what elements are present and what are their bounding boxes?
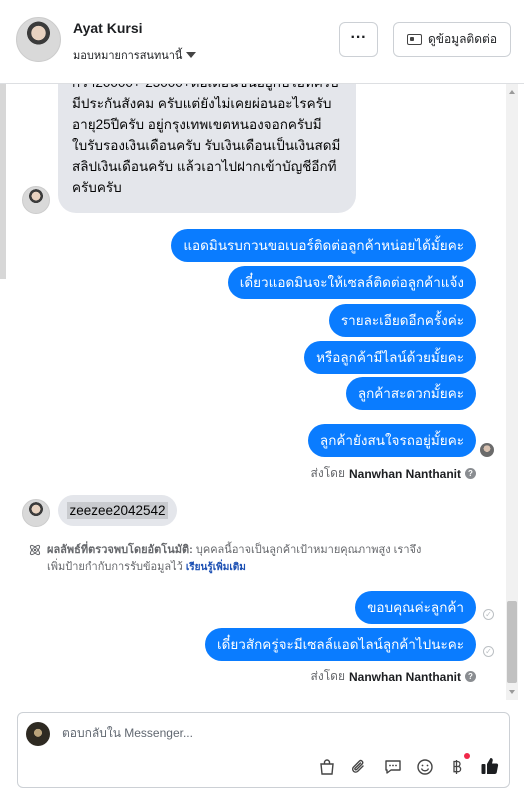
outbound-message-bubble: เดี๋ยวแอดมินจะให้เซลล์ติดต่อลูกค้าแจ้ง — [227, 266, 476, 299]
conversation-header: Ayat Kursi มอบหมายการสนทนานี้ ··· ดูข้อม… — [0, 0, 524, 84]
like-icon[interactable] — [480, 756, 500, 776]
auto-detect-line-2: เพิ่มป้ายกำกับการรับข้อมูลไว้ เรียนรู้เพ… — [47, 559, 246, 576]
outbound-message-bubble: หรือลูกค้ามีไลน์ด้วยมั้ยคะ — [304, 341, 476, 374]
outbound-message-bubble: ลูกค้าสะดวกมั้ยคะ — [345, 377, 476, 410]
scroll-down-arrow-icon[interactable] — [509, 690, 515, 694]
atom-icon — [29, 544, 41, 556]
sent-by-label: ส่งโดย Nanwhan Nanthanit ? — [311, 667, 476, 686]
saved-replies-icon[interactable] — [384, 758, 402, 776]
left-panel-scrollbar[interactable] — [0, 84, 6, 279]
message-line: ใบรับรองเงินเดือนครับ รับเงินเดือนเป็นเง… — [72, 138, 341, 153]
outbound-message-bubble: แอดมินรบกวนขอเบอร์ติดต่อลูกค้าหน่อยได้มั… — [171, 229, 476, 262]
reply-input[interactable] — [62, 726, 362, 740]
page-avatar — [26, 722, 50, 746]
caret-down-icon — [186, 52, 197, 58]
sent-by-prefix: ส่งโดย — [310, 466, 345, 480]
emoji-icon[interactable] — [416, 758, 434, 776]
learn-more-link[interactable]: เรียนรู้เพิ่มเติม — [186, 562, 246, 573]
sender-avatar — [22, 186, 50, 214]
assign-label: มอบหมายการสนทนานี้ — [73, 50, 183, 62]
highlighted-text: zeezee2042542 — [67, 502, 168, 519]
assign-conversation-dropdown[interactable]: มอบหมายการสนทนานี้ — [73, 46, 197, 64]
attachment-icon[interactable] — [350, 758, 368, 776]
outbound-message-bubble: ขอบคุณค่ะลูกค้า — [355, 591, 476, 624]
outbound-message-bubble: เดี๋ยวสักครู่จะมีเซลล์แอดไลน์ลูกค้าไปนะค… — [205, 628, 476, 661]
sent-check-icon: ✓ — [483, 646, 494, 657]
sent-by-prefix: ส่งโดย — [310, 669, 345, 683]
contact-avatar[interactable] — [16, 17, 61, 62]
message-line: ครับครับ — [72, 180, 122, 195]
outbound-message-bubble: ลูกค้ายังสนใจรถอยู่มั้ยคะ — [307, 424, 476, 457]
sent-check-icon: ✓ — [483, 609, 494, 620]
message-line: มีประกันสังคม ครับแต่ยังไม่เคยผ่อนอะไรคร… — [72, 96, 332, 111]
notification-dot — [464, 753, 470, 759]
view-contact-info-label: ดูข้อมูลติดต่อ — [427, 32, 498, 46]
info-icon[interactable]: ? — [465, 468, 476, 479]
auto-detect-text: บุคคลนี้อาจเป็นลูกค้าเป้าหมายคุณภาพสูง เ… — [195, 544, 422, 556]
message-line: สลิปเงินเดือนครับ แล้วเอาไปฝากเข้าบัญชีอ… — [72, 159, 337, 174]
message-line: อายุ25ปีครับ อยู่กรุงเทพเขตหนองจอกครับมี — [72, 117, 322, 132]
scrollbar-thumb[interactable] — [507, 601, 517, 683]
more-options-button[interactable]: ··· — [339, 22, 378, 57]
auto-detect-text-2: เพิ่มป้ายกำกับการรับข้อมูลไว้ — [47, 561, 183, 573]
contact-name[interactable]: Ayat Kursi — [73, 20, 143, 36]
sent-by-name: Nanwhan Nanthanit — [348, 466, 461, 481]
scroll-up-arrow-icon[interactable] — [509, 90, 515, 94]
inbound-message-bubble: zeezee2042542 — [58, 495, 177, 526]
info-icon[interactable]: ? — [465, 671, 476, 682]
auto-detect-line-1: ผลลัพธ์ที่ตรวจพบโดยอัตโนมัติ: บุคคลนี้อา… — [47, 542, 421, 559]
sender-avatar — [22, 499, 50, 527]
auto-detect-label: ผลลัพธ์ที่ตรวจพบโดยอัตโนมัติ: — [47, 544, 193, 556]
payment-baht-icon[interactable] — [448, 758, 466, 776]
seen-indicator-avatar — [480, 443, 494, 457]
sent-by-label: ส่งโดย Nanwhan Nanthanit ? — [311, 464, 476, 483]
contact-card-icon — [406, 34, 422, 45]
outbound-message-bubble: รายละเอียดอีกครั้งค่ะ — [328, 304, 476, 337]
view-contact-info-button[interactable]: ดูข้อมูลติดต่อ — [393, 22, 511, 57]
message-composer — [17, 712, 510, 788]
sent-by-name: Nanwhan Nanthanit — [348, 669, 461, 684]
shopping-bag-icon[interactable] — [318, 758, 336, 776]
